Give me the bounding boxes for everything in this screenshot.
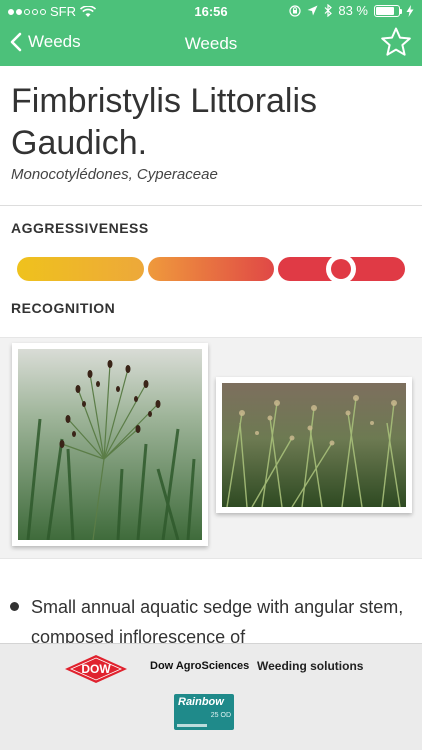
aggressiveness-segment-medium xyxy=(148,257,274,281)
product-stripe xyxy=(177,724,207,727)
sedge-field-image xyxy=(222,383,406,507)
product-sub: 25 OD xyxy=(210,712,231,719)
dow-logo-text: DOW xyxy=(81,662,111,676)
nav-title: Weeds xyxy=(184,34,238,53)
divider xyxy=(0,205,422,206)
sedge-field-photo[interactable] xyxy=(216,377,412,513)
aggressiveness-scale xyxy=(17,254,405,284)
star-outline-icon[interactable] xyxy=(380,26,412,58)
sponsor-footer: DOW Dow AgroSciences Weeding solutions R… xyxy=(0,643,422,750)
app-header: SFR 16:56 83 % Weeds Weeds xyxy=(0,0,422,66)
status-right: 83 % xyxy=(289,3,414,18)
sedge-closeup-image xyxy=(18,349,202,540)
status-bar: SFR 16:56 83 % xyxy=(0,0,422,22)
nav-bar: Weeds Weeds xyxy=(0,22,422,66)
aggressiveness-label: AGGRESSIVENESS xyxy=(11,220,149,236)
aggressiveness-segment-low xyxy=(17,257,144,281)
charging-bolt-icon xyxy=(406,4,414,17)
product-name: Rainbow xyxy=(178,696,224,708)
battery-icon xyxy=(374,4,402,17)
dow-logo: DOW xyxy=(65,655,127,683)
recognition-gallery[interactable] xyxy=(0,337,422,559)
battery-fill xyxy=(376,6,394,15)
rainbow-product-logo: Rainbow 25 OD xyxy=(174,694,234,730)
sedge-closeup-photo[interactable] xyxy=(12,343,208,546)
weed-name: Fimbristylis Littoralis Gaudich. xyxy=(11,82,318,162)
location-arrow-icon xyxy=(307,5,318,16)
weed-classification: Monocotylédones, Cyperaceae xyxy=(11,166,218,183)
bullet-point xyxy=(10,602,19,611)
brand-name: Dow AgroSciences xyxy=(150,660,250,672)
orientation-lock-icon xyxy=(289,4,301,17)
recognition-label: RECOGNITION xyxy=(11,300,116,316)
aggressiveness-marker xyxy=(326,254,356,284)
brand-tagline: Weeding solutions xyxy=(257,659,364,673)
bluetooth-icon xyxy=(324,4,333,17)
battery-percent: 83 % xyxy=(338,3,368,18)
